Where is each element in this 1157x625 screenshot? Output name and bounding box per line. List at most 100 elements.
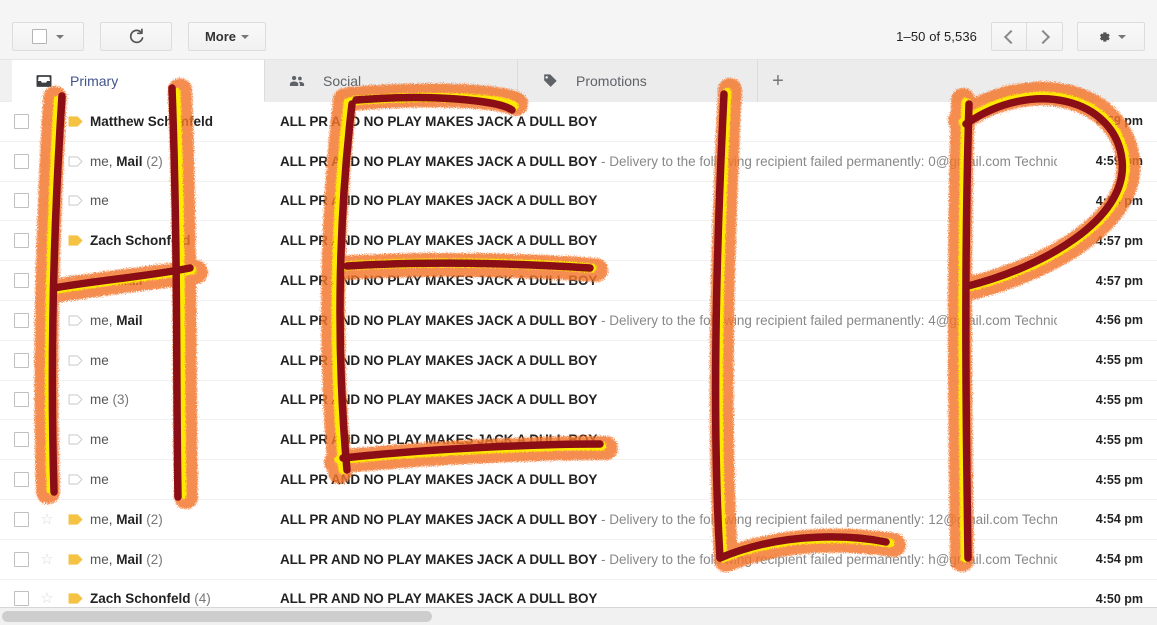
table-row[interactable]: ☆me, MailALL PR AND NO PLAY MAKES JACK A…: [0, 261, 1157, 301]
row-checkbox[interactable]: [14, 273, 29, 288]
star-icon[interactable]: ☆: [40, 432, 53, 447]
importance-marker-icon[interactable]: [68, 195, 83, 206]
table-row[interactable]: ☆me (3)ALL PR AND NO PLAY MAKES JACK A D…: [0, 381, 1157, 421]
chevron-left-icon: [1003, 29, 1017, 43]
timestamp: 4:55 pm: [1057, 473, 1157, 487]
row-checkbox-cell: [0, 273, 34, 288]
row-star-cell: ☆: [34, 114, 60, 129]
thread-count: (2): [143, 512, 163, 527]
subject-text: ALL PR AND NO PLAY MAKES JACK A DULL BOY: [280, 233, 597, 248]
star-icon[interactable]: ☆: [40, 313, 53, 328]
subject-cell: ALL PR AND NO PLAY MAKES JACK A DULL BOY…: [280, 512, 1057, 527]
star-icon[interactable]: ☆: [40, 591, 53, 606]
importance-marker-icon[interactable]: [68, 355, 83, 366]
sender-name-part: me,: [90, 552, 116, 567]
table-row[interactable]: ☆Zach Schonfeld (4)ALL PR AND NO PLAY MA…: [0, 580, 1157, 607]
importance-marker-icon[interactable]: [68, 514, 83, 525]
star-icon[interactable]: ☆: [40, 552, 53, 567]
row-star-cell: ☆: [34, 313, 60, 328]
row-checkbox[interactable]: [14, 114, 29, 129]
tab-social[interactable]: Social: [265, 60, 518, 102]
horizontal-scrollbar-thumb[interactable]: [2, 611, 432, 622]
table-row[interactable]: ☆me, Mail (2)ALL PR AND NO PLAY MAKES JA…: [0, 540, 1157, 580]
timestamp: 4:58 pm: [1057, 194, 1157, 208]
star-icon[interactable]: ☆: [40, 472, 53, 487]
row-checkbox[interactable]: [14, 591, 29, 606]
sender-name-part: Mail: [116, 552, 142, 567]
subject-text: ALL PR AND NO PLAY MAKES JACK A DULL BOY: [280, 392, 597, 407]
table-row[interactable]: ☆Zach SchonfeldALL PR AND NO PLAY MAKES …: [0, 221, 1157, 261]
thread-count: (4): [191, 591, 211, 606]
importance-marker-icon[interactable]: [68, 394, 83, 405]
importance-marker-icon[interactable]: [68, 275, 83, 286]
more-button[interactable]: More: [188, 22, 266, 51]
table-row[interactable]: ☆me, Mail (2)ALL PR AND NO PLAY MAKES JA…: [0, 500, 1157, 540]
inbox-category-tabs: Primary Social Promotions +: [0, 60, 1157, 102]
importance-marker-icon[interactable]: [68, 116, 83, 127]
sender-name-part: Mail: [116, 273, 142, 288]
next-page-button[interactable]: [1027, 22, 1063, 51]
settings-button[interactable]: [1077, 22, 1145, 51]
importance-marker-icon[interactable]: [68, 315, 83, 326]
subject-text: ALL PR AND NO PLAY MAKES JACK A DULL BOY: [280, 193, 597, 208]
sender-cell: me, Mail (2): [90, 154, 280, 169]
table-row[interactable]: ☆me, MailALL PR AND NO PLAY MAKES JACK A…: [0, 301, 1157, 341]
row-checkbox[interactable]: [14, 512, 29, 527]
chevron-down-icon[interactable]: [56, 35, 64, 39]
row-checkbox[interactable]: [14, 432, 29, 447]
sender-cell: Matthew Schonfeld: [90, 114, 280, 129]
tabs-filler: [798, 60, 1157, 102]
snippet-text: - Delivery to the following recipient fa…: [597, 154, 1057, 169]
row-checkbox[interactable]: [14, 353, 29, 368]
sender-name-part: me,: [90, 512, 116, 527]
chevron-down-icon: [1118, 35, 1126, 39]
row-checkbox[interactable]: [14, 313, 29, 328]
message-list: ☆Matthew SchonfeldALL PR AND NO PLAY MAK…: [0, 102, 1157, 607]
table-row[interactable]: ☆meALL PR AND NO PLAY MAKES JACK A DULL …: [0, 460, 1157, 500]
importance-marker-icon[interactable]: [68, 554, 83, 565]
star-icon[interactable]: ☆: [40, 392, 53, 407]
refresh-icon: [128, 28, 145, 45]
star-icon[interactable]: ☆: [40, 273, 53, 288]
table-row[interactable]: ☆ Matthew SchonfeldALL PR AND NO PLAY MAK…: [0, 102, 1157, 142]
table-row[interactable]: ☆meALL PR AND NO PLAY MAKES JACK A DULL …: [0, 341, 1157, 381]
star-icon[interactable]: ☆: [40, 154, 53, 169]
row-star-cell: ☆: [34, 353, 60, 368]
subject-text: ALL PR AND NO PLAY MAKES JACK A DULL BOY: [280, 114, 597, 129]
importance-marker-icon[interactable]: [68, 235, 83, 246]
importance-marker-icon[interactable]: [68, 156, 83, 167]
refresh-button[interactable]: [100, 22, 172, 51]
row-checkbox-cell: [0, 193, 34, 208]
row-star-cell: ☆: [34, 154, 60, 169]
importance-marker-icon[interactable]: [68, 474, 83, 485]
row-checkbox[interactable]: [14, 193, 29, 208]
tab-primary[interactable]: Primary: [12, 60, 265, 102]
importance-marker-icon[interactable]: [68, 434, 83, 445]
pagination-nav: [991, 22, 1063, 51]
star-icon[interactable]: ☆: [40, 512, 53, 527]
select-all-dropdown-button[interactable]: [12, 22, 84, 51]
table-row[interactable]: ☆ me ALL PR AND NO PLAY MAKES JACK A DULL …: [0, 182, 1157, 222]
row-checkbox[interactable]: [14, 233, 29, 248]
star-icon[interactable]: ☆: [40, 114, 53, 129]
sender-name-part: me: [90, 392, 109, 407]
table-row[interactable]: ☆me, Mail (2)ALL PR AND NO PLAY MAKES JA…: [0, 142, 1157, 182]
timestamp: 4:55 pm: [1057, 433, 1157, 447]
star-icon[interactable]: ☆: [40, 193, 53, 208]
previous-page-button[interactable]: [991, 22, 1027, 51]
select-all-checkbox-icon[interactable]: [32, 29, 47, 44]
horizontal-scrollbar[interactable]: [0, 607, 1157, 625]
sender-name-part: me: [90, 193, 109, 208]
subject-cell: ALL PR AND NO PLAY MAKES JACK A DULL BOY: [280, 392, 1057, 407]
importance-marker-icon[interactable]: [68, 593, 83, 604]
tab-promotions[interactable]: Promotions: [518, 60, 758, 102]
row-checkbox[interactable]: [14, 392, 29, 407]
pagination-counter: 1–50 of 5,536: [896, 29, 977, 44]
row-checkbox[interactable]: [14, 154, 29, 169]
add-tab-button[interactable]: +: [758, 60, 798, 102]
star-icon[interactable]: ☆: [40, 233, 53, 248]
star-icon[interactable]: ☆: [40, 353, 53, 368]
row-checkbox[interactable]: [14, 472, 29, 487]
row-checkbox[interactable]: [14, 552, 29, 567]
table-row[interactable]: ☆meALL PR AND NO PLAY MAKES JACK A DULL …: [0, 420, 1157, 460]
